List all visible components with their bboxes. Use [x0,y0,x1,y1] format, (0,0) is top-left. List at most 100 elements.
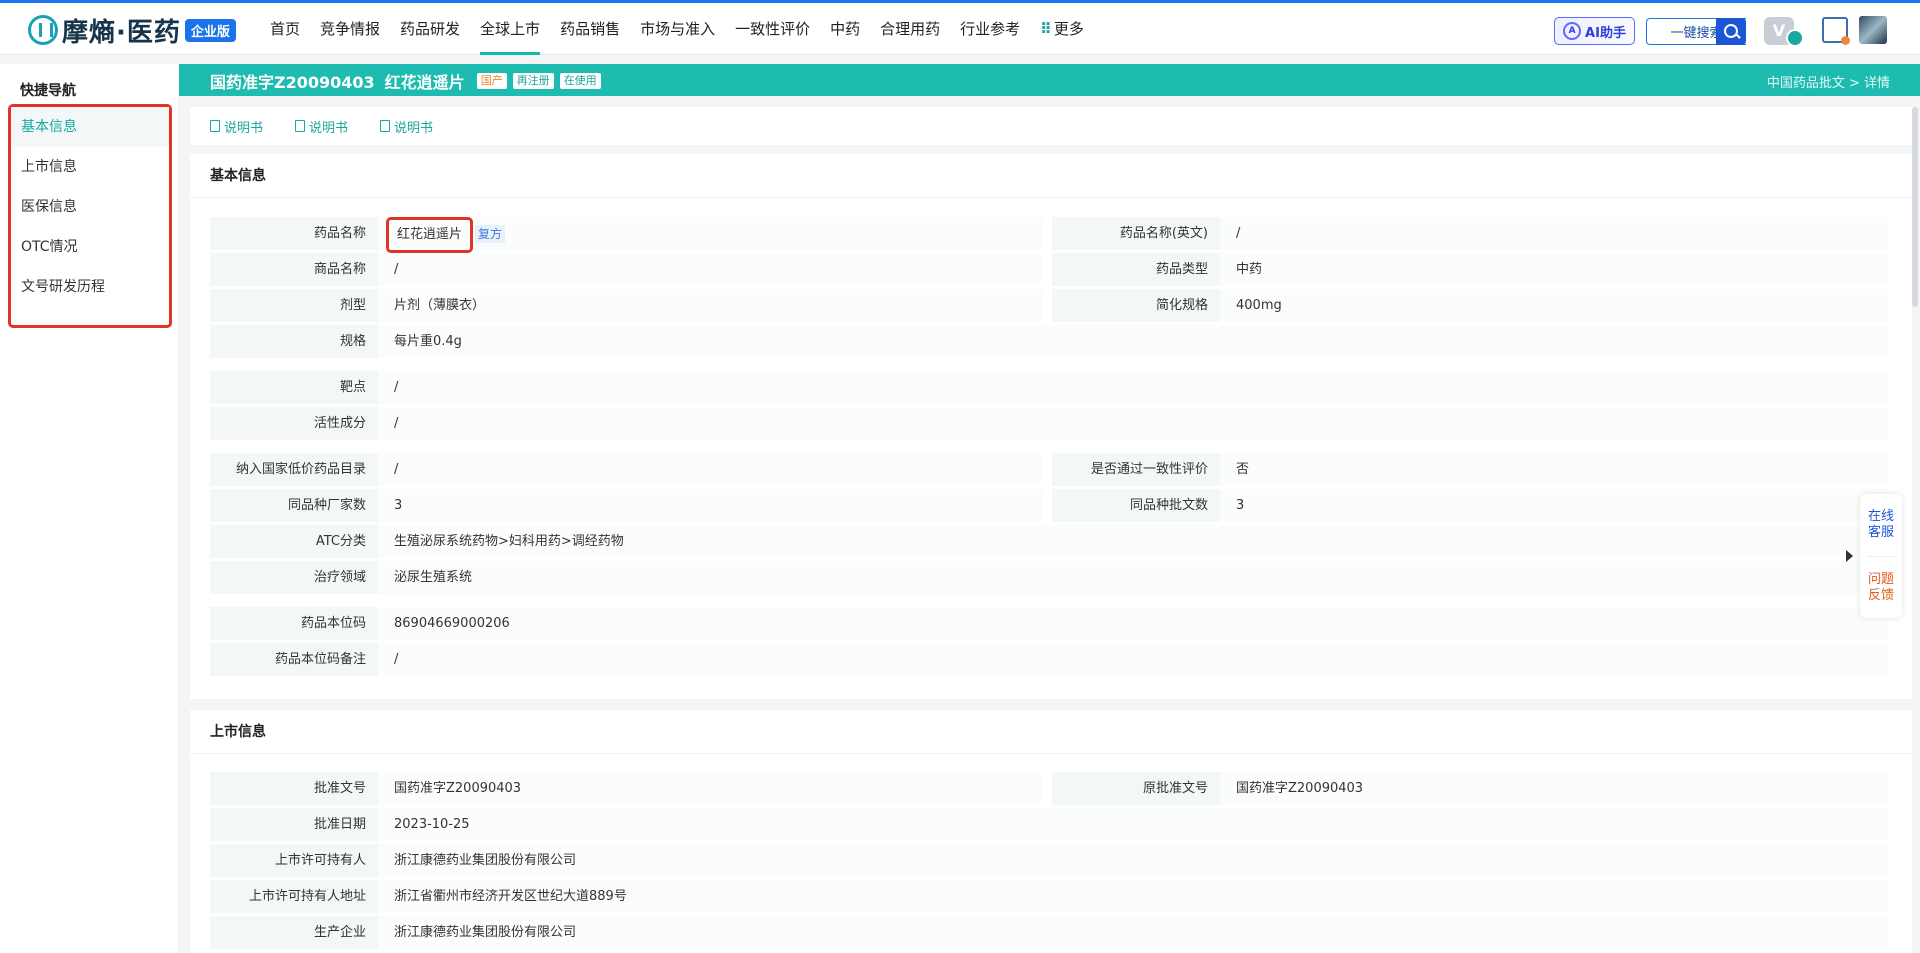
row-drug-name: 药品名称 红花逍遥片 复方 [210,217,1042,253]
label: 简化规格 [1052,289,1220,322]
ai-assistant-button[interactable]: A AI助手 [1554,17,1635,45]
document-icon [210,120,220,132]
label: 活性成分 [210,407,378,440]
value: 86904669000206 [378,607,1888,640]
row-mah-address: 上市许可持有人地址 浙江省衢州市经济开发区世纪大道889号 [210,880,1888,913]
quick-nav-title: 快捷导航 [20,83,76,99]
instruction-label: 说明书 [309,120,349,136]
label: 药品名称(英文) [1052,217,1220,250]
quick-nav-basic[interactable]: 基本信息 [11,107,169,147]
row-consistency: 是否通过一致性评价 否 [1052,453,1888,486]
nav-rd[interactable]: 药品研发 [400,3,460,55]
quick-nav-insurance[interactable]: 医保信息 [11,187,169,227]
row-dosage-form: 剂型 片剂（薄膜衣） [210,289,1042,322]
nav-consistency[interactable]: 一致性评价 [735,3,810,55]
row-manufacturer-count: 同品种厂家数 3 [210,489,1042,522]
value: 浙江省衢州市经济开发区世纪大道889号 [378,880,1888,913]
row-drug-name-en: 药品名称(英文) / [1052,217,1888,250]
grid-dots-icon: ⠿ [1040,20,1052,38]
basic-info-title: 基本信息 [190,154,1912,198]
instruction-label: 说明书 [394,120,434,136]
value: 3 [1220,489,1888,522]
label: 剂型 [210,289,378,322]
instruction-link-3[interactable]: 说明书 [380,117,433,136]
notebook-icon[interactable] [1822,17,1850,45]
label: 药品本位码 [210,607,378,640]
document-icon [295,120,306,132]
label: 药品类型 [1052,253,1220,286]
nav-more[interactable]: ⠿ 更多 [1040,3,1084,55]
nav-industry[interactable]: 行业参考 [960,3,1020,55]
tag-in-use: 在使用 [559,73,601,89]
online-service-button[interactable]: 在线客服 [1867,494,1895,556]
logo[interactable]: 摩熵·医药 企业版 [28,11,236,49]
nav-tcm[interactable]: 中药 [830,3,860,55]
value: 片剂（薄膜衣） [378,289,1042,322]
value: / [378,453,1042,486]
label: ATC分类 [210,525,378,558]
row-approval-count: 同品种批文数 3 [1052,489,1888,522]
document-icon [380,120,391,132]
row-atc: ATC分类 生殖泌尿系统药物>妇科用药>调经药物 [210,525,1888,558]
row-original-approval: 原批准文号 国药准字Z20090403 [1052,772,1888,805]
value: 浙江康德药业集团股份有限公司 [378,844,1888,877]
row-trade-name: 商品名称 / [210,253,1042,286]
value: 红花逍遥片 复方 [378,217,1042,253]
row-spec: 规格 每片重0.4g [210,325,1888,358]
tag-domestic: 国产 [476,73,507,89]
row-producer: 生产企业 浙江康德药业集团股份有限公司 [210,916,1888,949]
nav-home[interactable]: 首页 [270,3,300,55]
page-title: 国药准字Z20090403 红花逍遥片 国产 再注册 在使用 [210,69,601,93]
label: 纳入国家低价药品目录 [210,453,378,486]
approval-number: 国药准字Z20090403 [210,73,375,92]
breadcrumb[interactable]: 中国药品批文 > 详情 [1767,72,1890,91]
value: 国药准字Z20090403 [1220,772,1888,805]
vip-icon[interactable]: V [1764,15,1804,47]
quick-nav-history[interactable]: 文号研发历程 [11,267,169,307]
value: 每片重0.4g [378,325,1888,358]
tag-reregistration: 再注册 [512,73,554,89]
ai-icon: A [1563,22,1582,40]
top-nav: 摩熵·医药 企业版 首页 竞争情报 药品研发 全球上市 药品销售 市场与准入 一… [0,0,1920,55]
quick-nav-list: 基本信息 上市信息 医保信息 OTC情况 文号研发历程 [8,104,172,328]
page-scrollbar[interactable] [1912,107,1918,307]
nav-competition[interactable]: 竞争情报 [320,3,380,55]
avatar[interactable] [1859,16,1887,44]
row-drug-type: 药品类型 中药 [1052,253,1888,286]
value: 泌尿生殖系统 [378,561,1888,594]
feedback-button[interactable]: 问题反馈 [1867,556,1895,618]
row-simple-spec: 简化规格 400mg [1052,289,1888,322]
value: 2023-10-25 [378,808,1888,841]
value: 400mg [1220,289,1888,322]
label: 批准日期 [210,808,378,841]
quick-nav-sidebar: 快捷导航 基本信息 上市信息 医保信息 OTC情况 文号研发历程 [0,64,178,953]
verified-check-icon [1786,29,1804,47]
instruction-link-2[interactable]: 说明书 [295,117,348,136]
drug-name-value: 红花逍遥片 [386,217,474,253]
row-standard-code-note: 药品本位码备注 / [210,643,1888,676]
nav-global-market[interactable]: 全球上市 [480,3,541,55]
label: 药品本位码备注 [210,643,378,676]
value: 国药准字Z20090403 [378,772,1042,805]
instruction-link-1[interactable]: 说明书 [210,117,263,136]
market-info-title: 上市信息 [190,710,1912,754]
row-active-ingredient: 活性成分 / [210,407,1888,440]
label: 规格 [210,325,378,358]
search-icon[interactable] [1716,18,1746,45]
instruction-links: 说明书 说明书 说明书 [190,107,1912,145]
quick-nav-otc[interactable]: OTC情况 [11,227,169,267]
nav-rational-use[interactable]: 合理用药 [880,3,940,55]
row-approval-number: 批准文号 国药准字Z20090403 [210,772,1042,805]
main-nav: 首页 竞争情报 药品研发 全球上市 药品销售 市场与准入 一致性评价 中药 合理… [270,3,1104,55]
value: 浙江康德药业集团股份有限公司 [378,916,1888,949]
row-therapeutic-area: 治疗领域 泌尿生殖系统 [210,561,1888,594]
value: 否 [1220,453,1888,486]
quick-nav-market[interactable]: 上市信息 [11,147,169,187]
nav-market-access[interactable]: 市场与准入 [640,3,715,55]
drug-name-title: 红花逍遥片 [384,73,465,92]
collapse-arrow-icon[interactable] [1843,546,1857,566]
label: 商品名称 [210,253,378,286]
nav-sales[interactable]: 药品销售 [560,3,620,55]
label: 同品种厂家数 [210,489,378,522]
row-approval-date: 批准日期 2023-10-25 [210,808,1888,841]
